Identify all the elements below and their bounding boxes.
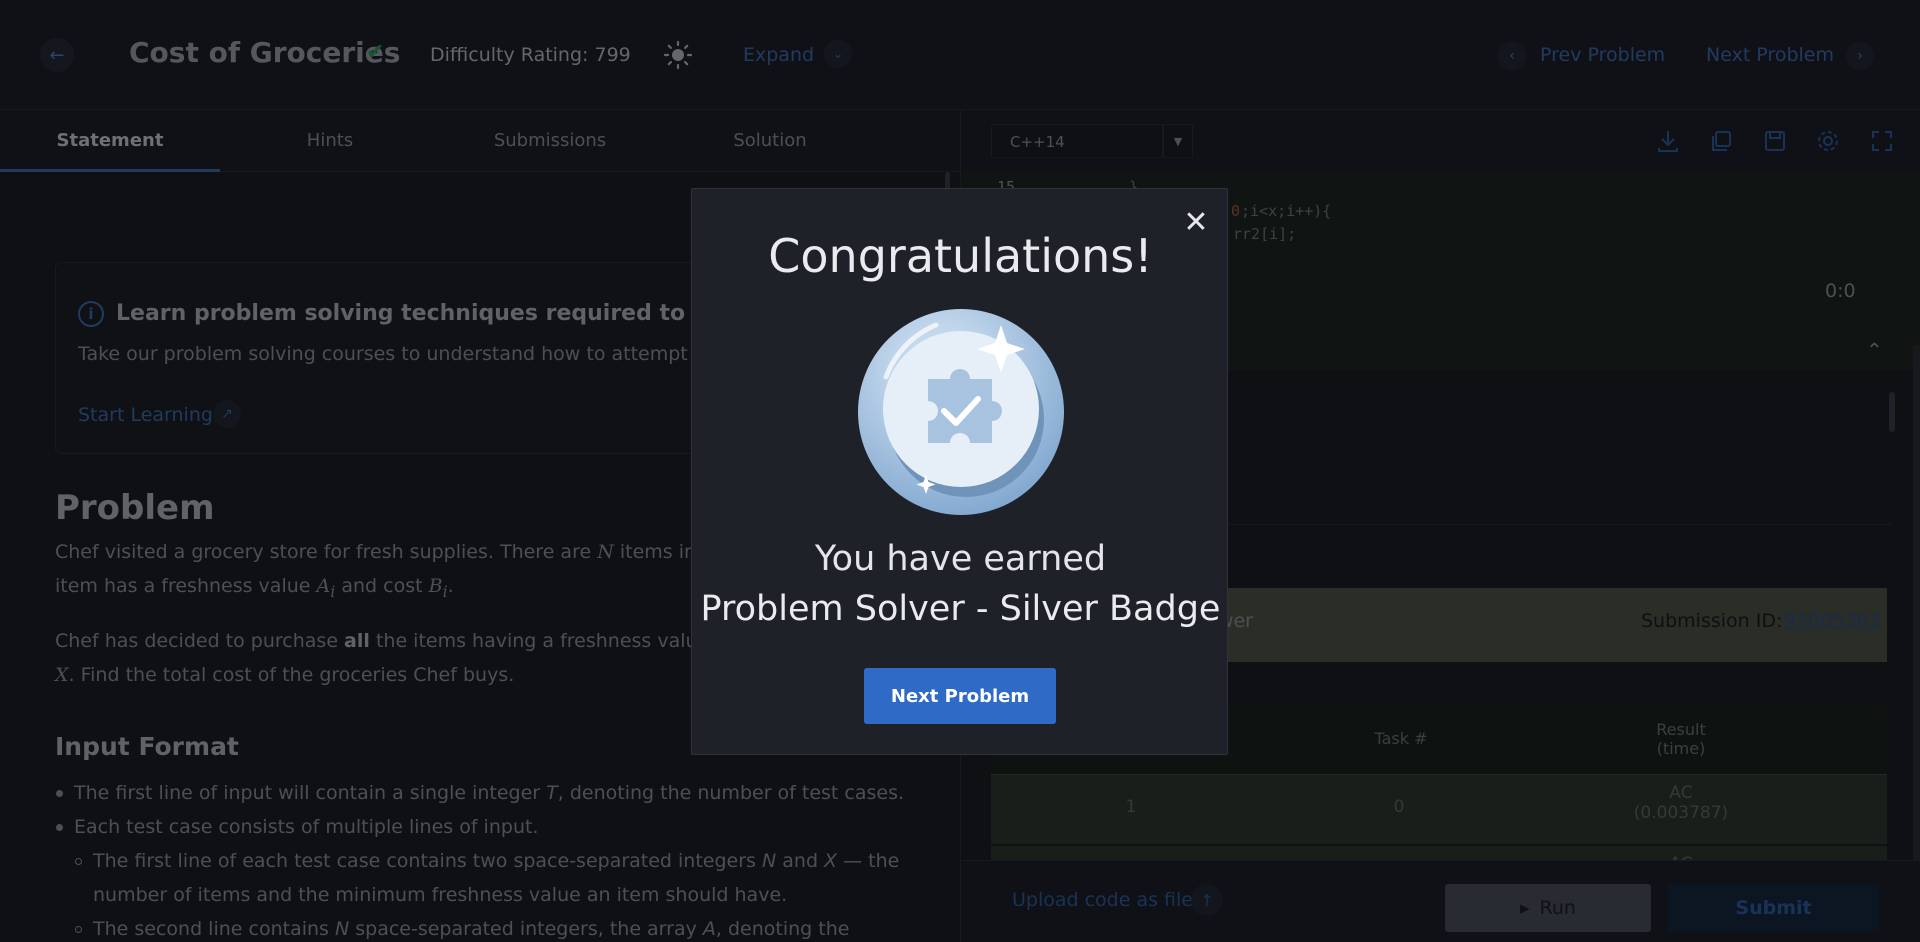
- modal-title: Congratulations!: [768, 229, 1153, 283]
- earned-text: You have earned: [814, 539, 1107, 579]
- congratulations-modal: ✕ Congratulations! You have earned Probl…: [691, 188, 1228, 755]
- modal-next-problem-button[interactable]: Next Problem: [864, 668, 1056, 724]
- silver-badge-icon: [858, 309, 1064, 515]
- badge-name: Problem Solver - Silver Badge: [700, 589, 1221, 629]
